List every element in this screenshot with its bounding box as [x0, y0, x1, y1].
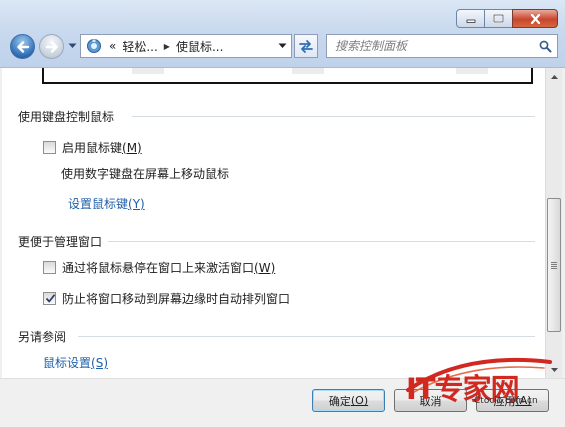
preview-tile: [292, 68, 324, 74]
content-pane: 使用键盘控制鼠标 启用鼠标键 (M) 使用数字键盘在屏幕上移动鼠标 设置鼠标键(Y…: [2, 68, 545, 378]
refresh-button[interactable]: [294, 34, 318, 58]
scroll-down-button[interactable]: [546, 361, 562, 378]
section-title-keyboard: 使用键盘控制鼠标: [18, 110, 115, 124]
prevent-snap-option[interactable]: 防止将窗口移动到屏幕边缘时自动排列窗口: [43, 290, 290, 307]
grip-line: [551, 268, 557, 269]
mouse-keys-mnemonic[interactable]: (M): [122, 141, 142, 155]
mouse-keys-description: 使用数字键盘在屏幕上移动鼠标: [61, 167, 230, 181]
maximize-icon: [493, 14, 504, 23]
grip-line: [551, 262, 557, 263]
hover-activate-option[interactable]: 通过将鼠标悬停在窗口上来激活窗口 (W): [43, 259, 275, 276]
pointer-preview-box: [42, 68, 533, 84]
mouse-settings-label[interactable]: 鼠标设置: [43, 356, 91, 370]
minimize-button[interactable]: [456, 9, 485, 28]
grip-line: [551, 266, 557, 267]
dialog-footer: 确定 (O) 取消 应用 (A): [0, 378, 565, 427]
close-icon: [530, 13, 540, 24]
apply-button[interactable]: 应用 (A): [476, 389, 549, 412]
mouse-keys-option[interactable]: 启用鼠标键 (M): [43, 139, 142, 156]
grip-line: [551, 264, 557, 265]
cancel-button[interactable]: 取消: [394, 389, 467, 412]
address-dropdown-icon[interactable]: [278, 43, 287, 49]
section-title-windows: 更便于管理窗口: [18, 235, 103, 249]
checkmark-icon: [45, 294, 56, 303]
scroll-up-icon: [550, 74, 558, 79]
ok-label: 确定: [328, 394, 351, 408]
preview-tile: [132, 68, 164, 74]
scrollbar-thumb[interactable]: [547, 198, 561, 332]
mouse-keys-label[interactable]: 启用鼠标键: [62, 139, 122, 156]
hover-activate-checkbox[interactable]: [43, 261, 56, 274]
title-bar: « 轻松... ▶ 使鼠标...: [0, 0, 565, 68]
section-divider: [108, 241, 535, 242]
recent-pages-icon[interactable]: [68, 43, 77, 49]
control-panel-icon: [84, 36, 104, 56]
back-button[interactable]: [10, 34, 35, 59]
cancel-label: 取消: [419, 394, 442, 408]
breadcrumb-overflow[interactable]: «: [109, 39, 116, 53]
setup-mouse-keys-link[interactable]: 设置鼠标键(Y): [68, 195, 145, 212]
navigation-bar: « 轻松... ▶ 使鼠标...: [8, 33, 558, 59]
mouse-settings-link[interactable]: 鼠标设置(S): [43, 354, 108, 371]
breadcrumb-item-ease-of-access[interactable]: 轻松...: [122, 38, 157, 55]
back-arrow-icon: [16, 40, 29, 53]
apply-label: 应用: [493, 394, 516, 408]
address-bar[interactable]: « 轻松... ▶ 使鼠标...: [80, 34, 292, 58]
caption-buttons: [456, 9, 558, 28]
setup-mouse-keys-mnemonic[interactable]: (Y): [128, 197, 145, 211]
refresh-icon: [299, 40, 313, 53]
search-icon[interactable]: [539, 40, 552, 53]
section-title-see-also: 另请参阅: [18, 330, 67, 344]
prevent-snap-checkbox[interactable]: [43, 292, 56, 305]
ok-button[interactable]: 确定 (O): [312, 389, 385, 412]
search-input[interactable]: [327, 35, 533, 57]
forward-button[interactable]: [39, 34, 64, 59]
preview-tile: [456, 68, 488, 74]
scroll-up-button[interactable]: [546, 68, 562, 85]
breadcrumb-item-mouse[interactable]: 使鼠标...: [176, 38, 223, 55]
section-divider: [78, 336, 535, 337]
scroll-down-icon: [550, 367, 558, 372]
maximize-button[interactable]: [484, 9, 513, 28]
prevent-snap-label[interactable]: 防止将窗口移动到屏幕边缘时自动排列窗口: [62, 290, 290, 307]
search-box: [326, 34, 558, 58]
ok-mnemonic: (O): [350, 394, 369, 407]
mouse-settings-mnemonic[interactable]: (S): [91, 356, 108, 370]
breadcrumb-separator-icon[interactable]: ▶: [164, 42, 170, 51]
mouse-keys-checkbox[interactable]: [43, 141, 56, 154]
forward-arrow-icon: [45, 40, 58, 53]
close-button[interactable]: [512, 9, 558, 28]
apply-mnemonic: (A): [515, 394, 532, 407]
setup-mouse-keys-label[interactable]: 设置鼠标键: [68, 197, 128, 211]
minimize-icon: [466, 19, 475, 23]
vertical-scrollbar[interactable]: [545, 68, 562, 378]
hover-activate-mnemonic[interactable]: (W): [254, 261, 275, 275]
section-divider: [132, 116, 535, 117]
hover-activate-label[interactable]: 通过将鼠标悬停在窗口上来激活窗口: [62, 259, 254, 276]
